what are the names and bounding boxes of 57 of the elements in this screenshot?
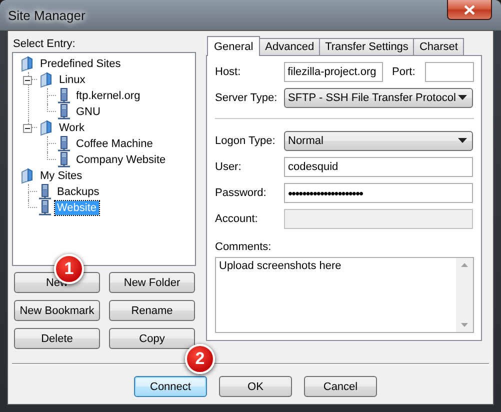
dialog-button[interactable]: OK <box>219 376 292 397</box>
entry-button[interactable]: Delete <box>14 328 100 349</box>
host-field[interactable]: filezilla-project.org <box>284 62 384 82</box>
field-label: Host: <box>215 66 242 78</box>
field-label: Port: <box>392 66 416 78</box>
scroll-down-icon[interactable] <box>461 323 468 327</box>
entry-button[interactable]: New Bookmark <box>14 300 100 321</box>
tree-item[interactable]: Company Website <box>74 153 168 167</box>
folder-icon <box>19 56 35 72</box>
tree-item[interactable]: Work <box>57 121 86 135</box>
server-icon <box>57 88 71 104</box>
input-field[interactable]: codesquid <box>284 157 473 177</box>
server-type-dropdown[interactable]: SFTP - SSH File Transfer Protocol <box>284 88 473 108</box>
field-label: Comments: <box>215 241 272 253</box>
collapse-icon[interactable] <box>23 76 32 85</box>
tab[interactable]: General <box>207 36 260 56</box>
port-field[interactable] <box>425 62 474 82</box>
tree-item[interactable]: Coffee Machine <box>74 137 155 151</box>
tree-item[interactable]: My Sites <box>38 169 84 183</box>
folder-icon <box>38 120 54 136</box>
scroll-up-icon[interactable] <box>461 263 468 267</box>
server-icon <box>57 136 71 152</box>
tab[interactable]: Advanced <box>259 38 320 55</box>
tab[interactable]: Charset <box>413 38 464 55</box>
input-field[interactable]: ••••••••••••••••••••• <box>284 183 473 203</box>
tree-item[interactable]: Predefined Sites <box>38 57 123 71</box>
dropdown-caret-icon <box>458 138 467 144</box>
collapse-icon[interactable] <box>23 124 32 133</box>
tree-item[interactable]: Linux <box>57 73 88 87</box>
field-label: User: <box>215 161 242 173</box>
server-icon <box>57 152 71 168</box>
server-icon <box>57 104 71 120</box>
dialog-button[interactable]: Cancel <box>304 376 377 397</box>
server-icon <box>38 184 52 200</box>
window-title: Site Manager <box>7 8 86 22</box>
select-entry-label: Select Entry: <box>13 38 76 50</box>
logon-type-dropdown[interactable]: Normal <box>284 131 473 151</box>
tree-item[interactable]: ftp.kernel.org <box>74 89 142 103</box>
comments-field[interactable]: Upload screenshots here <box>215 257 474 333</box>
folder-icon <box>38 72 54 88</box>
field-label: Logon Type: <box>215 135 276 147</box>
field-label: Server Type: <box>215 92 278 104</box>
entry-button[interactable]: Rename <box>109 300 195 321</box>
server-icon <box>38 200 52 216</box>
field-label: Account: <box>215 213 259 225</box>
tree-item[interactable]: GNU <box>74 105 102 119</box>
folder-icon <box>19 168 35 184</box>
tree-item[interactable]: Backups <box>55 185 102 199</box>
dropdown-caret-icon <box>458 95 467 101</box>
dialog-button[interactable]: Connect <box>134 376 207 397</box>
field-label: Password: <box>215 187 268 199</box>
close-button[interactable] <box>447 0 492 20</box>
entry-button[interactable]: New Folder <box>109 272 195 293</box>
close-icon <box>464 4 475 14</box>
tab[interactable]: Transfer Settings <box>319 38 414 55</box>
scrollbar[interactable] <box>456 258 473 332</box>
entry-button[interactable]: Copy <box>109 328 195 349</box>
